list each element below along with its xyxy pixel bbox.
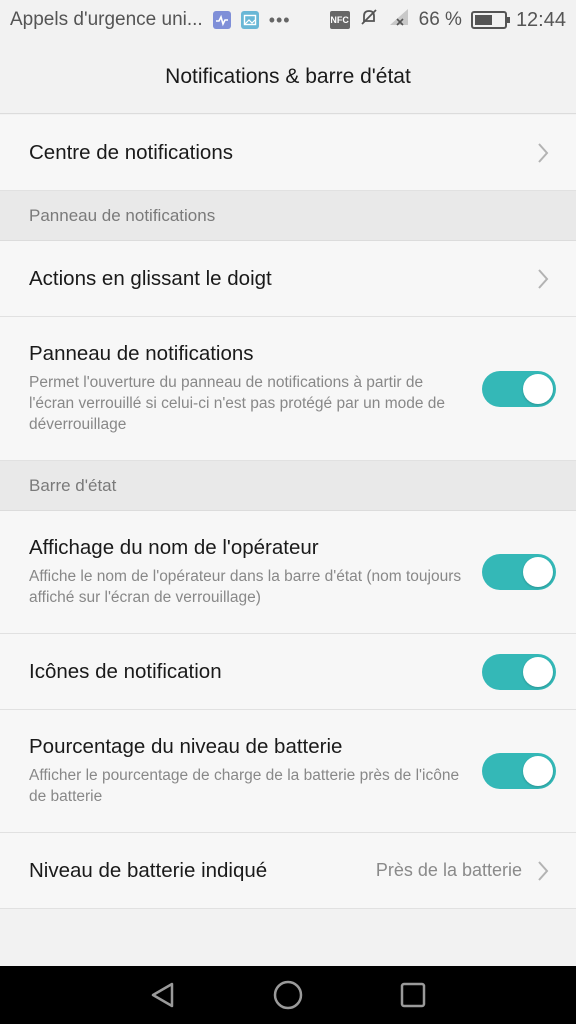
page-title-bar: Notifications & barre d'état [0,40,576,114]
status-right: NFC 66 % 12:44 [329,7,566,33]
more-dots-icon: ••• [268,9,291,30]
carrier-name-toggle[interactable] [482,554,556,590]
status-left: Appels d'urgence uni... ••• [10,9,330,31]
section-header-notification-panel: Panneau de notifications [0,191,576,241]
settings-list: Centre de notifications Panneau de notif… [0,115,576,909]
gallery-notification-icon [240,11,259,29]
notification-icons-text: Icônes de notification [29,660,482,684]
toggle-knob [523,557,553,587]
battery-percentage-summary: Afficher le pourcentage de charge de la … [29,767,460,805]
status-bar: Appels d'urgence uni... ••• NFC 66 % 12:… [0,0,576,40]
page-title: Notifications & barre d'état [165,64,411,88]
home-circle-icon [273,980,303,1010]
carrier-name-row[interactable]: Affichage du nom de l'opérateur Affiche … [0,511,576,634]
battery-percentage-row[interactable]: Pourcentage du niveau de batterie Affich… [0,710,576,833]
back-button[interactable] [143,975,183,1015]
swipe-actions-row[interactable]: Actions en glissant le doigt [0,241,576,317]
battery-level-display-row[interactable]: Niveau de batterie indiqué Près de la ba… [0,833,576,909]
battery-level-display-value: Près de la batterie [375,860,522,880]
swipe-actions-title: Actions en glissant le doigt [29,266,272,290]
battery-icon [470,11,510,29]
notification-panel-toggle[interactable] [482,370,556,407]
carrier-name-title: Affichage du nom de l'opérateur [29,536,319,559]
carrier-name-summary: Affiche le nom de l'opérateur dans la ba… [29,568,462,606]
chevron-right-icon [538,860,549,881]
chevron-right-icon [538,268,549,289]
battery-percentage-toggle[interactable] [482,753,556,789]
notification-icons-row[interactable]: Icônes de notification [0,634,576,710]
section-header-status-bar: Barre d'état [0,461,576,511]
toggle-knob [523,756,553,786]
navigation-bar [0,966,576,1024]
battery-level-display-title: Niveau de batterie indiqué [29,858,268,882]
nfc-icon: NFC [329,11,350,29]
health-notification-icon [212,11,231,29]
carrier-name: Appels d'urgence uni... [10,9,203,30]
back-triangle-icon [151,982,173,1008]
clock: 12:44 [515,8,566,31]
carrier-name-text: Affichage du nom de l'opérateur Affiche … [29,536,482,608]
notification-panel-row[interactable]: Panneau de notifications Permet l'ouvert… [0,317,576,461]
notification-panel-title: Panneau de notifications [29,342,254,365]
battery-level-display-text: Niveau de batterie indiqué [29,859,376,883]
toggle-knob [523,656,553,687]
battery-percentage-text: Pourcentage du niveau de batterie Affich… [29,735,482,807]
toggle-knob [523,373,553,404]
chevron-right-icon [538,142,549,163]
notification-icons-toggle[interactable] [482,653,556,690]
notification-center-title: Centre de notifications [29,140,233,164]
notification-panel-summary: Permet l'ouverture du panneau de notific… [29,374,446,433]
swipe-actions-text: Actions en glissant le doigt [29,267,536,291]
notification-center-text: Centre de notifications [29,141,536,165]
battery-percent: 66 % [418,9,462,30]
recents-button[interactable] [393,975,433,1015]
signal-icon [388,7,410,33]
battery-fill [474,15,493,25]
notification-panel-text: Panneau de notifications Permet l'ouvert… [29,342,482,435]
recents-square-icon [401,982,426,1008]
home-button[interactable] [268,975,308,1015]
notification-center-row[interactable]: Centre de notifications [0,115,576,191]
battery-percentage-title: Pourcentage du niveau de batterie [29,735,343,758]
mute-icon [359,7,379,33]
notification-icons-title: Icônes de notification [29,659,222,683]
